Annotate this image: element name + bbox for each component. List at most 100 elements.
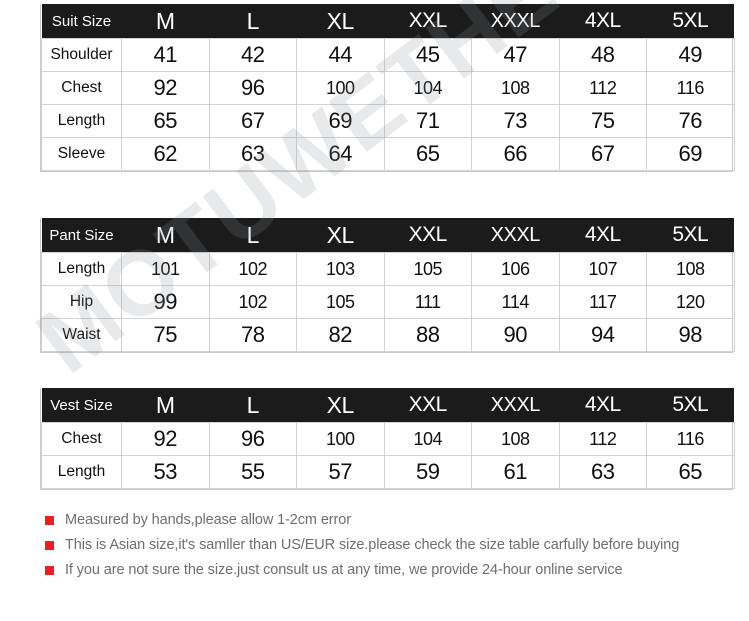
measurement-cell: 99 [121, 285, 210, 319]
measurement-cell: 105 [296, 285, 385, 319]
pant-header-row: Pant Size M L XL XXL XXXL 4XL 5XL [41, 218, 734, 253]
note-text: This is Asian size,it's samller than US/… [65, 537, 680, 553]
measurement-cell: 57 [296, 455, 385, 489]
measurement-cell: 104 [383, 422, 472, 456]
table-row: Length 65 67 69 71 73 75 76 [41, 104, 735, 138]
pant-row-label-hip: Hip [41, 285, 122, 319]
measurement-cell: 88 [383, 318, 472, 352]
size-chart-page: Suit Size M L XL XXL XXXL 4XL 5XL Shoulder 41 42 44… [0, 0, 749, 621]
measurement-cell: 71 [383, 104, 472, 138]
vest-row-label-chest: Chest [41, 422, 122, 456]
suit-size-table-block: Suit Size M L XL XXL XXXL 4XL 5XL Shoulder 41 42 44… [40, 4, 735, 172]
vest-size-header-l: L [209, 388, 297, 423]
measurement-cell: 63 [558, 455, 647, 489]
measurement-cell: 65 [383, 137, 472, 171]
note-item: This is Asian size,it's samller than US/… [40, 533, 740, 557]
measurement-cell: 102 [208, 285, 297, 319]
measurement-cell: 103 [296, 252, 385, 286]
measurement-cell: 108 [646, 252, 735, 286]
suit-size-header-xxl: XXL [384, 4, 472, 39]
measurement-cell: 48 [558, 38, 647, 72]
bullet-square-icon [45, 515, 54, 525]
note-text: If you are not sure the size.just consul… [65, 562, 623, 578]
measurement-cell: 98 [646, 318, 735, 352]
measurement-cell: 63 [208, 137, 297, 171]
measurement-cell: 117 [558, 285, 647, 319]
measurement-cell: 73 [471, 104, 560, 138]
table-row: Length 101 102 103 105 106 107 108 [41, 252, 735, 286]
measurement-cell: 61 [471, 455, 560, 489]
vest-size-header-5xl: 5XL [646, 388, 734, 423]
measurement-cell: 64 [296, 137, 385, 171]
suit-size-header-xl: XL [296, 4, 384, 39]
suit-corner-label: Suit Size [41, 4, 122, 39]
measurement-cell: 55 [208, 455, 297, 489]
measurement-cell: 106 [471, 252, 560, 286]
measurement-cell: 116 [646, 71, 735, 105]
notes-list: Measured by hands,please allow 1-2cm err… [40, 508, 740, 583]
table-row: Waist 75 78 82 88 90 94 98 [41, 318, 735, 352]
measurement-cell: 59 [383, 455, 472, 489]
measurement-cell: 82 [296, 318, 385, 352]
table-row: Chest 92 96 100 104 108 112 116 [41, 71, 735, 105]
measurement-cell: 66 [471, 137, 560, 171]
measurement-cell: 53 [121, 455, 210, 489]
vest-corner-label: Vest Size [41, 388, 122, 423]
suit-row-label-chest: Chest [41, 71, 122, 105]
table-row: Shoulder 41 42 44 45 47 48 49 [41, 38, 735, 72]
pant-size-header-xxl: XXL [384, 218, 472, 253]
measurement-cell: 111 [383, 285, 472, 319]
suit-row-label-sleeve: Sleeve [41, 137, 122, 171]
suit-row-label-length: Length [41, 104, 122, 138]
vest-size-table-block: Vest Size M L XL XXL XXXL 4XL 5XL Chest 92 96 100 10… [40, 388, 735, 490]
vest-size-header-m: M [121, 388, 209, 423]
measurement-cell: 44 [296, 38, 385, 72]
suit-size-header-xxxl: XXXL [471, 4, 559, 39]
table-row: Sleeve 62 63 64 65 66 67 69 [41, 137, 735, 171]
measurement-cell: 96 [208, 422, 297, 456]
measurement-cell: 69 [646, 137, 735, 171]
suit-header-row: Suit Size M L XL XXL XXXL 4XL 5XL [41, 4, 734, 39]
vest-size-header-4xl: 4XL [559, 388, 647, 423]
measurement-cell: 45 [383, 38, 472, 72]
suit-row-label-shoulder: Shoulder [41, 38, 122, 72]
suit-size-header-m: M [121, 4, 209, 39]
pant-corner-label: Pant Size [41, 218, 122, 253]
measurement-cell: 65 [646, 455, 735, 489]
measurement-cell: 96 [208, 71, 297, 105]
measurement-cell: 112 [558, 422, 647, 456]
pant-row-label-length: Length [41, 252, 122, 286]
measurement-cell: 108 [471, 71, 560, 105]
measurement-cell: 112 [558, 71, 647, 105]
measurement-cell: 92 [121, 422, 210, 456]
measurement-cell: 105 [383, 252, 472, 286]
vest-size-header-xxxl: XXXL [471, 388, 559, 423]
suit-size-header-l: L [209, 4, 297, 39]
suit-size-table: Suit Size M L XL XXL XXXL 4XL 5XL Shoulder 41 42 44… [41, 4, 735, 171]
note-item: If you are not sure the size.just consul… [40, 558, 740, 582]
measurement-cell: 100 [296, 422, 385, 456]
table-row: Hip 99 102 105 111 114 117 120 [41, 285, 735, 319]
vest-header-row: Vest Size M L XL XXL XXXL 4XL 5XL [41, 388, 734, 423]
measurement-cell: 92 [121, 71, 210, 105]
measurement-cell: 49 [646, 38, 735, 72]
pant-row-label-waist: Waist [41, 318, 122, 352]
bullet-square-icon [45, 540, 54, 550]
vest-size-table: Vest Size M L XL XXL XXXL 4XL 5XL Chest 92 96 100 10… [41, 388, 735, 489]
measurement-cell: 76 [646, 104, 735, 138]
measurement-cell: 107 [558, 252, 647, 286]
measurement-cell: 94 [558, 318, 647, 352]
bullet-square-icon [45, 565, 54, 575]
pant-size-header-5xl: 5XL [646, 218, 734, 253]
pant-size-table-block: Pant Size M L XL XXL XXXL 4XL 5XL Length 101 102 10… [40, 218, 735, 353]
measurement-cell: 42 [208, 38, 297, 72]
measurement-cell: 108 [471, 422, 560, 456]
pant-size-header-m: M [121, 218, 209, 253]
measurement-cell: 67 [558, 137, 647, 171]
note-text: Measured by hands,please allow 1-2cm err… [65, 512, 351, 528]
measurement-cell: 62 [121, 137, 210, 171]
vest-size-header-xxl: XXL [384, 388, 472, 423]
measurement-cell: 114 [471, 285, 560, 319]
measurement-cell: 69 [296, 104, 385, 138]
pant-size-header-l: L [209, 218, 297, 253]
